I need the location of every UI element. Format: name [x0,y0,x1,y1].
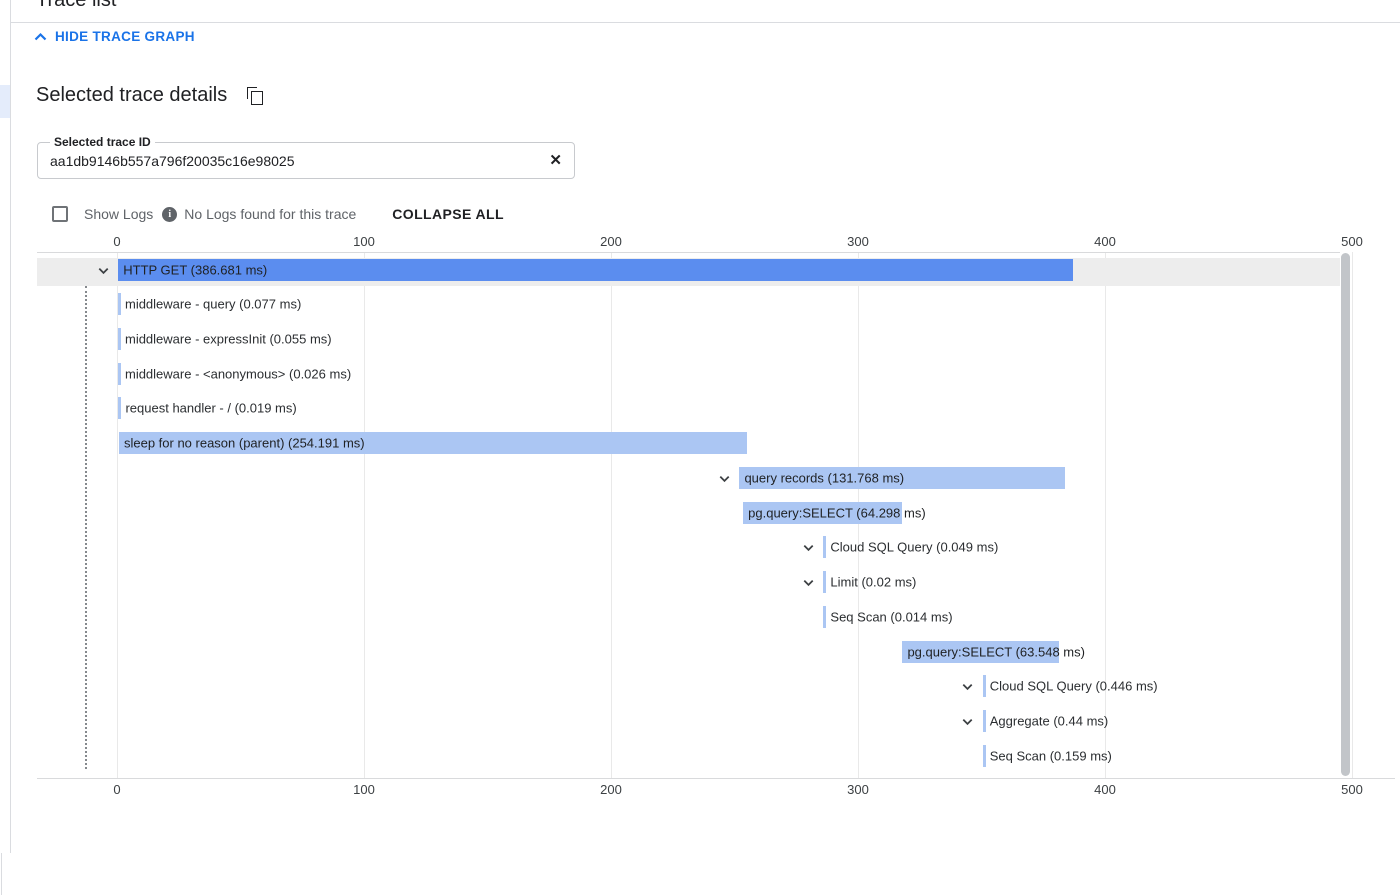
span-tick-bar[interactable] [118,293,121,315]
section-title: Selected trace details [36,84,227,107]
axis-tick-label-top: 200 [600,234,622,249]
show-logs-checkbox[interactable] [52,206,68,222]
span-row[interactable]: Seq Scan (0.014 ms) [37,599,1340,634]
page-title: Trace list [36,0,116,12]
axis-tick-label-bottom: 100 [353,782,375,797]
axis-tick-label-bottom: 300 [847,782,869,797]
clear-icon[interactable]: ✕ [549,151,562,171]
span-row[interactable]: middleware - <anonymous> (0.026 ms) [37,356,1340,391]
timeline-gridline [1352,252,1353,778]
span-bar[interactable]: HTTP GET (386.681 ms) [118,259,1073,281]
span-tick-bar[interactable] [118,363,121,385]
span-bar[interactable]: sleep for no reason (parent) (254.191 ms… [119,432,747,454]
span-label: HTTP GET (386.681 ms) [123,262,267,277]
span-tick-bar[interactable] [823,536,826,558]
span-row[interactable]: Cloud SQL Query (0.049 ms) [37,530,1340,565]
expand-chevron-icon[interactable] [715,469,733,487]
expand-chevron-icon[interactable] [799,574,817,592]
span-label: middleware - query (0.077 ms) [125,297,301,312]
span-tick-bar[interactable] [823,571,826,593]
trace-waterfall-chart: 0 0 100 100 200 200 300 300 400 400 500 500 HTTP GET… [37,236,1400,811]
info-icon[interactable]: i [162,207,177,222]
span-label: request handler - / (0.019 ms) [125,401,296,416]
copy-icon[interactable] [247,87,263,104]
span-tick-bar[interactable] [983,675,986,697]
trace-id-field: Selected trace ID ✕ [37,142,575,179]
span-tick-bar[interactable] [118,397,121,419]
chevron-up-icon [33,31,48,43]
span-tick-bar[interactable] [983,745,986,767]
axis-tick-label-top: 400 [1094,234,1116,249]
span-row[interactable]: middleware - query (0.077 ms) [37,287,1340,322]
logs-controls-row: Show Logs i No Logs found for this trace… [52,204,512,224]
span-label: query records (131.768 ms) [744,470,904,485]
axis-tick-label-top: 500 [1341,234,1363,249]
span-label: middleware - <anonymous> (0.026 ms) [125,366,351,381]
span-label: Limit (0.02 ms) [830,574,916,589]
span-tick-bar[interactable] [118,328,121,350]
show-logs-label: Show Logs [84,206,153,222]
span-row[interactable]: sleep for no reason (parent) (254.191 ms… [37,426,1340,461]
expand-chevron-icon[interactable] [799,539,817,557]
span-row[interactable]: Cloud SQL Query (0.446 ms) [37,669,1340,704]
span-label: Seq Scan (0.014 ms) [830,609,952,624]
axis-tick-label-bottom: 200 [600,782,622,797]
span-label: Cloud SQL Query (0.446 ms) [990,679,1158,694]
span-row[interactable]: middleware - expressInit (0.055 ms) [37,321,1340,356]
panel-scroll-indicator [0,85,10,118]
span-label: Cloud SQL Query (0.049 ms) [830,540,998,555]
trace-id-input[interactable] [50,144,530,177]
span-bar[interactable]: pg.query:SELECT (63.548 ms) [902,641,1059,663]
expand-chevron-icon[interactable] [959,678,977,696]
span-label: sleep for no reason (parent) (254.191 ms… [124,436,365,451]
span-row[interactable]: HTTP GET (386.681 ms) [37,252,1340,287]
panel-left-divider [10,0,11,853]
span-label: Aggregate (0.44 ms) [990,713,1109,728]
timeline-axis-line-bottom [37,778,1395,779]
expand-chevron-icon[interactable] [959,712,977,730]
axis-tick-label-top: 300 [847,234,869,249]
span-label: Seq Scan (0.159 ms) [990,748,1112,763]
trace-details-panel: Trace list HIDE TRACE GRAPH Selected tra… [0,0,1400,895]
axis-tick-label-bottom: 0 [113,782,120,797]
axis-tick-label-top: 0 [113,234,120,249]
collapse-all-button[interactable]: COLLAPSE ALL [384,200,512,228]
chart-scrollbar-thumb[interactable] [1341,253,1350,776]
expand-chevron-icon[interactable] [94,261,112,279]
span-row[interactable]: request handler - / (0.019 ms) [37,391,1340,426]
span-bar[interactable]: pg.query:SELECT (64.298 ms) [743,502,902,524]
span-label: pg.query:SELECT (63.548 ms) [907,644,1085,659]
span-row[interactable]: pg.query:SELECT (63.548 ms) [37,634,1340,669]
header-divider [10,22,1400,23]
span-tick-bar[interactable] [983,710,986,732]
axis-tick-label-top: 100 [353,234,375,249]
logs-status-text: No Logs found for this trace [184,206,356,222]
span-row[interactable]: Limit (0.02 ms) [37,565,1340,600]
span-row[interactable]: pg.query:SELECT (64.298 ms) [37,495,1340,530]
span-bar[interactable]: query records (131.768 ms) [739,467,1064,489]
axis-tick-label-bottom: 400 [1094,782,1116,797]
section-title-row: Selected trace details [36,84,263,107]
axis-tick-label-bottom: 500 [1341,782,1363,797]
span-label: pg.query:SELECT (64.298 ms) [748,505,926,520]
span-label: middleware - expressInit (0.055 ms) [125,331,332,346]
span-row[interactable]: Aggregate (0.44 ms) [37,703,1340,738]
hide-trace-graph-label: HIDE TRACE GRAPH [55,29,195,44]
panel-left-edge [1,853,2,895]
hierarchy-guide-line [85,286,87,769]
span-tick-bar[interactable] [823,606,826,628]
span-row[interactable]: query records (131.768 ms) [37,460,1340,495]
hide-trace-graph-button[interactable]: HIDE TRACE GRAPH [33,29,195,44]
span-row[interactable]: Seq Scan (0.159 ms) [37,738,1340,773]
